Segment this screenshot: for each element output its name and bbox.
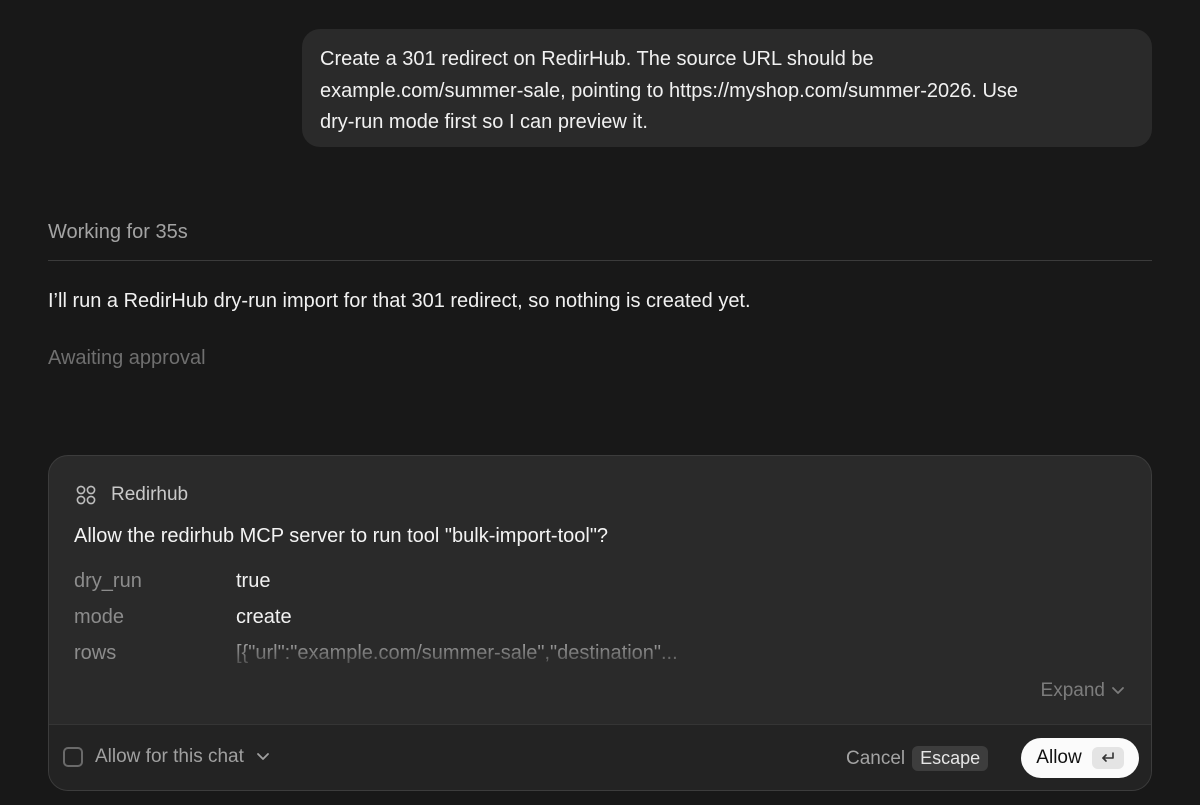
- param-value: create: [236, 606, 292, 628]
- param-row-dry-run: dry_run true: [74, 570, 270, 593]
- grid-dots-icon: [76, 485, 96, 505]
- user-message-bubble: Create a 301 redirect on RedirHub. The s…: [302, 29, 1152, 147]
- assistant-message: I’ll run a RedirHub dry-run import for t…: [48, 290, 751, 312]
- cancel-button[interactable]: Cancel Escape: [846, 746, 989, 771]
- allow-label: Allow: [1036, 747, 1082, 768]
- param-row-mode: mode create: [74, 606, 292, 629]
- user-message-line: Create a 301 redirect on RedirHub. The s…: [320, 48, 874, 70]
- cancel-label: Cancel: [846, 747, 906, 769]
- chevron-down-icon: [1112, 687, 1124, 694]
- param-key: dry_run: [74, 570, 142, 592]
- user-message-line: dry-run mode first so I can preview it.: [320, 111, 648, 133]
- user-message-line: example.com/summer-sale, pointing to htt…: [320, 79, 1019, 102]
- card-footer: Allow for this chat Cancel Escape Allow: [49, 724, 1151, 790]
- allow-for-chat-toggle[interactable]: Allow for this chat: [63, 746, 270, 768]
- chevron-down-icon: [257, 753, 269, 760]
- approval-question: Allow the redirhub MCP server to run too…: [74, 525, 609, 547]
- expand-button[interactable]: Expand: [1041, 680, 1125, 702]
- param-key: rows: [74, 642, 117, 664]
- allow-for-chat-label: Allow for this chat: [95, 746, 244, 767]
- working-status[interactable]: Working for 35s: [48, 221, 188, 244]
- param-key: mode: [74, 606, 125, 628]
- param-value: true: [236, 570, 271, 592]
- server-name: Redirhub: [111, 484, 189, 505]
- chat-page: Create a 301 redirect on RedirHub. The s…: [0, 0, 1200, 805]
- escape-shortcut-badge: Escape: [912, 746, 989, 771]
- card-header: Redirhub: [75, 484, 188, 506]
- param-value: [{"url":"example.com/summer-sale","desti…: [236, 642, 678, 664]
- allow-for-chat-checkbox[interactable]: [63, 747, 83, 767]
- param-row-rows: rows [{"url":"example.com/summer-sale","…: [74, 642, 756, 665]
- approval-status: Awaiting approval: [48, 347, 206, 369]
- divider: [48, 260, 1152, 261]
- tool-approval-card: Redirhub Allow the redirhub MCP server t…: [48, 455, 1152, 791]
- enter-key-badge: [1091, 747, 1124, 769]
- return-icon: [1101, 752, 1114, 762]
- expand-label: Expand: [1040, 680, 1105, 701]
- allow-button[interactable]: Allow: [1021, 738, 1139, 778]
